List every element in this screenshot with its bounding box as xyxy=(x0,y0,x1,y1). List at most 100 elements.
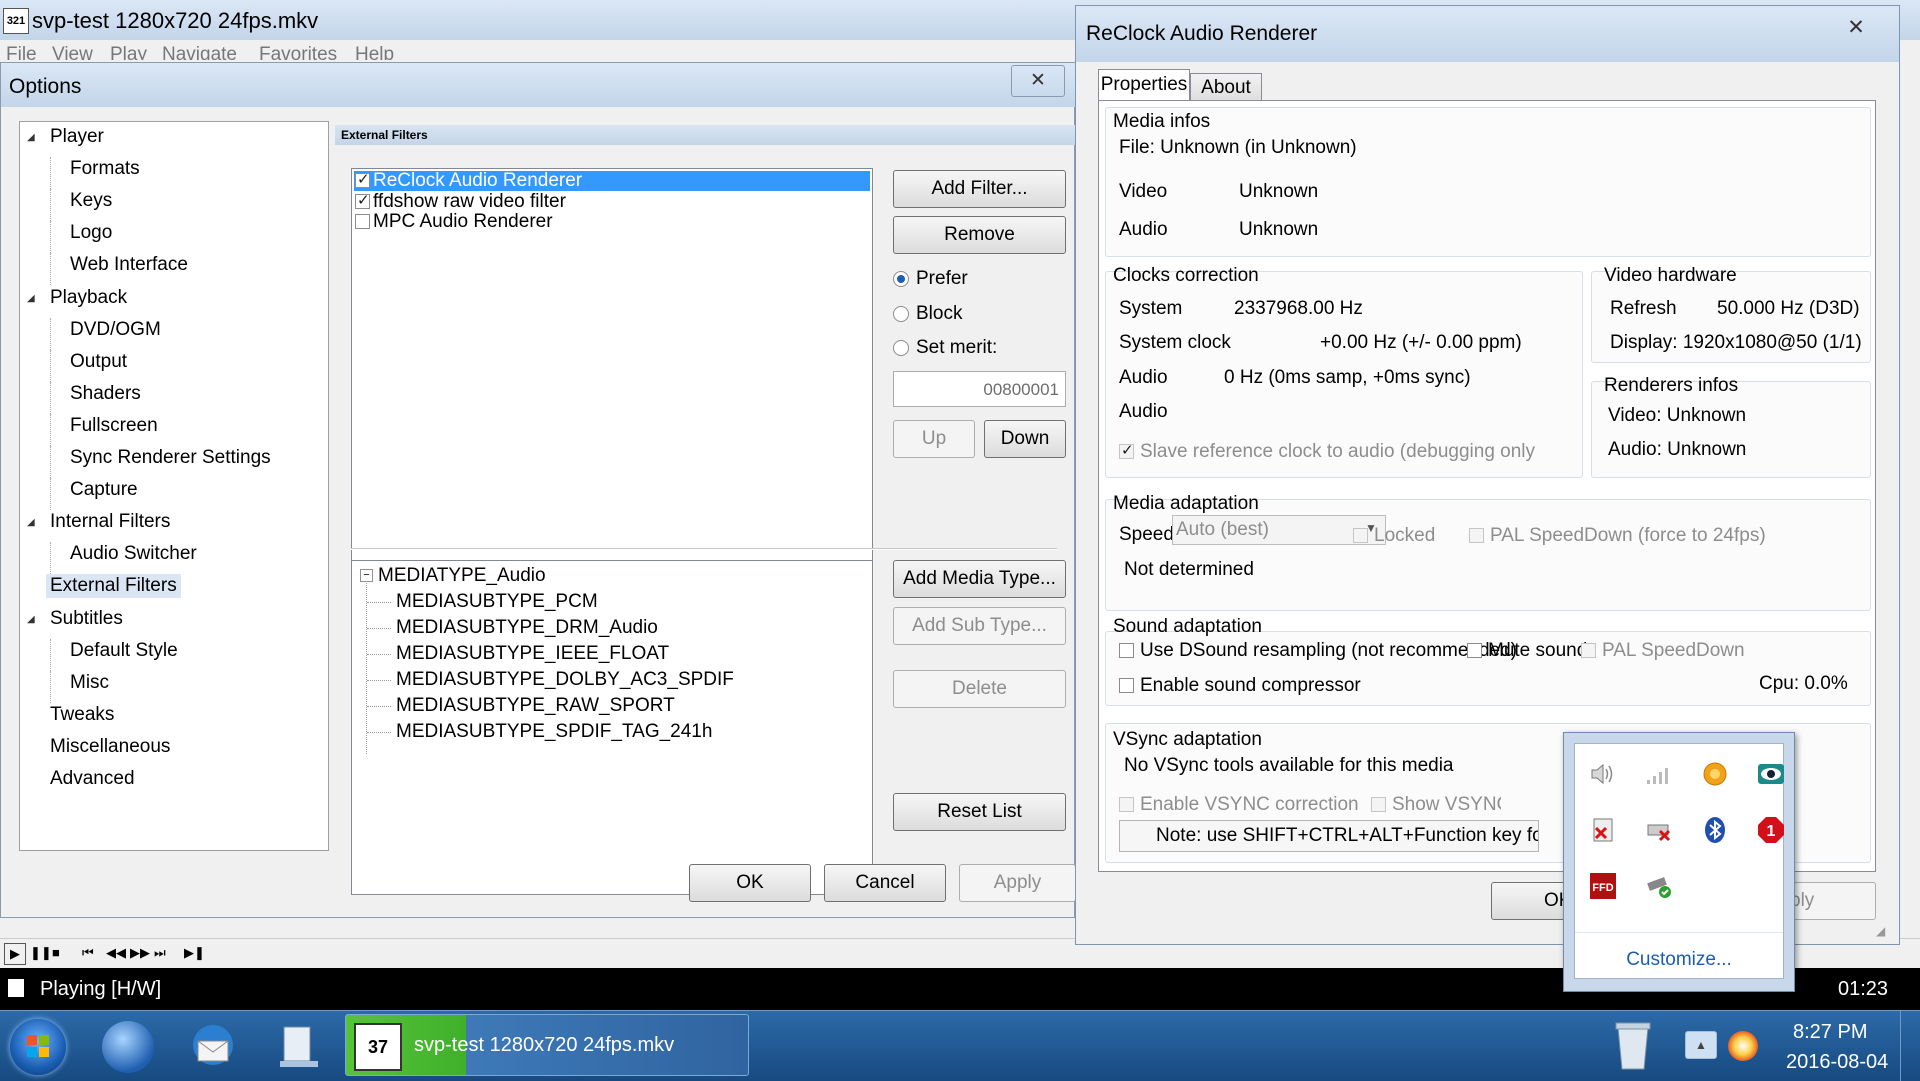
usb-drive-icon[interactable] xyxy=(1643,870,1675,902)
tree-item-web-interface[interactable]: Web Interface xyxy=(66,253,192,277)
filter-list-item[interactable]: ffdshow raw video filter xyxy=(354,191,870,212)
menu-file[interactable]: File xyxy=(6,44,37,60)
recycle-bin-icon[interactable] xyxy=(1610,1017,1656,1073)
ffdshow-icon[interactable]: FFD xyxy=(1587,870,1619,902)
pal-speeddown-option[interactable]: PAL SpeedDown xyxy=(1581,640,1745,662)
filter-checkbox[interactable] xyxy=(355,191,370,211)
media-subtype-item[interactable]: MEDIASUBTYPE_SPDIF_TAG_241h xyxy=(396,721,712,743)
start-button[interactable] xyxy=(10,1019,66,1075)
tree-expander-icon[interactable]: ◢ xyxy=(27,132,35,143)
add-media-type-button[interactable]: Add Media Type... xyxy=(893,560,1066,598)
tree-item-output[interactable]: Output xyxy=(66,350,131,374)
tree-item-sync-renderer-settings[interactable]: Sync Renderer Settings xyxy=(66,446,275,470)
media-subtype-item[interactable]: MEDIASUBTYPE_DRM_Audio xyxy=(396,617,658,639)
pause-icon[interactable]: ❚❚ xyxy=(30,945,52,961)
tree-item-audio-switcher[interactable]: Audio Switcher xyxy=(66,542,201,566)
skip-forward-icon[interactable]: ⏭ xyxy=(154,945,166,961)
tree-item-default-style[interactable]: Default Style xyxy=(66,639,182,663)
tree-item-fullscreen[interactable]: Fullscreen xyxy=(66,414,162,438)
tree-expander-icon[interactable]: ◢ xyxy=(27,614,35,625)
slave-ref-option[interactable]: Slave reference clock to audio (debuggin… xyxy=(1119,441,1535,463)
show-vsync-checkbox[interactable] xyxy=(1371,797,1386,813)
orange-app-icon[interactable] xyxy=(1699,758,1731,790)
mute-sound-checkbox[interactable] xyxy=(1467,643,1482,659)
use-dsound-checkbox[interactable] xyxy=(1119,643,1134,659)
tree-expander-icon[interactable]: ◢ xyxy=(27,293,35,304)
tree-item-subtitles[interactable]: Subtitles xyxy=(46,607,127,631)
tree-item-miscellaneous[interactable]: Miscellaneous xyxy=(46,735,174,759)
reset-list-button[interactable]: Reset List xyxy=(893,793,1066,831)
tree-item-advanced[interactable]: Advanced xyxy=(46,767,139,791)
taskbar-mpc-button[interactable]: 37 svp-test 1280x720 24fps.mkv xyxy=(345,1014,749,1076)
media-root[interactable]: MEDIATYPE_Audio xyxy=(378,565,546,587)
tree-item-tweaks[interactable]: Tweaks xyxy=(46,703,118,727)
forward-icon[interactable]: ▶▶ xyxy=(130,945,150,961)
resize-grip-icon[interactable]: ◢ xyxy=(1876,924,1885,938)
drive-x-icon[interactable] xyxy=(1643,814,1675,846)
use-dsound-option[interactable]: Use DSound resampling (not recommended) xyxy=(1119,640,1517,662)
tree-item-playback[interactable]: Playback xyxy=(46,286,131,310)
reclock-close-button[interactable]: ✕ xyxy=(1826,10,1886,46)
pal-speeddown-checkbox[interactable] xyxy=(1581,643,1596,659)
filter-checkbox[interactable] xyxy=(355,170,370,190)
clock-time[interactable]: 8:27 PM xyxy=(1793,1021,1867,1044)
menu-help[interactable]: Help xyxy=(355,44,394,60)
mute-sound-option[interactable]: Mute sound xyxy=(1467,640,1587,662)
options-apply-button[interactable]: Apply xyxy=(959,864,1076,902)
tree-item-internal-filters[interactable]: Internal Filters xyxy=(46,510,174,534)
filter-list-item[interactable]: ReClock Audio Renderer xyxy=(354,170,870,191)
slave-ref-checkbox[interactable] xyxy=(1119,441,1134,460)
skip-back-icon[interactable]: ⏮ xyxy=(82,945,94,961)
alert-shield-icon[interactable]: 1 xyxy=(1755,814,1787,846)
enable-compressor-checkbox[interactable] xyxy=(1119,678,1134,694)
show-vsync-option[interactable]: Show VSYNC on scr xyxy=(1371,794,1501,816)
rewind-icon[interactable]: ◀◀ xyxy=(106,945,126,961)
block-radio[interactable] xyxy=(893,305,909,322)
filter-list-item[interactable]: MPC Audio Renderer xyxy=(354,212,870,232)
eye-icon[interactable] xyxy=(1755,758,1787,790)
pal-speeddown-force-option[interactable]: PAL SpeedDown (force to 24fps) xyxy=(1469,525,1766,547)
tab-about[interactable]: About xyxy=(1190,73,1262,101)
frame-step-icon[interactable]: ▶❚ xyxy=(184,945,205,961)
delete-button[interactable]: Delete xyxy=(893,670,1066,708)
tree-item-keys[interactable]: Keys xyxy=(66,189,116,213)
clock-date[interactable]: 2016-08-04 xyxy=(1786,1051,1888,1074)
network-signal-icon[interactable] xyxy=(1643,758,1675,790)
up-button[interactable]: Up xyxy=(893,420,975,458)
filter-list[interactable]: ReClock Audio Rendererffdshow raw video … xyxy=(351,168,873,600)
menu-view[interactable]: View xyxy=(52,44,93,60)
customize-link[interactable]: Customize... xyxy=(1575,949,1783,971)
play-icon[interactable]: ▶ xyxy=(4,943,26,965)
filter-checkbox[interactable] xyxy=(355,214,370,230)
prefer-option[interactable]: Prefer xyxy=(893,268,968,290)
options-cancel-button[interactable]: Cancel xyxy=(824,864,946,902)
tree-item-player[interactable]: Player xyxy=(46,125,108,149)
tree-item-logo[interactable]: Logo xyxy=(66,221,116,245)
media-subtype-item[interactable]: MEDIASUBTYPE_RAW_SPORT xyxy=(396,695,675,717)
tree-item-shaders[interactable]: Shaders xyxy=(66,382,145,406)
show-hidden-icons-button[interactable]: ▲ xyxy=(1685,1031,1717,1059)
clipboard-x-icon[interactable] xyxy=(1587,814,1619,846)
remove-button[interactable]: Remove xyxy=(893,216,1066,254)
enable-compressor-option[interactable]: Enable sound compressor xyxy=(1119,675,1361,697)
locked-checkbox[interactable] xyxy=(1353,528,1368,544)
show-desktop-button[interactable] xyxy=(1900,1011,1920,1081)
globe-app-icon[interactable] xyxy=(102,1021,154,1073)
add-sub-type-button[interactable]: Add Sub Type... xyxy=(893,607,1066,645)
enable-vsync-option[interactable]: Enable VSYNC correction xyxy=(1119,794,1359,816)
documents-app-icon[interactable] xyxy=(274,1023,324,1071)
stop-icon[interactable]: ■ xyxy=(52,945,60,960)
menu-play[interactable]: Play xyxy=(110,44,147,60)
media-tray-icon[interactable] xyxy=(1728,1031,1758,1061)
tab-properties[interactable]: Properties xyxy=(1098,69,1190,101)
prefer-radio[interactable] xyxy=(893,270,909,287)
enable-vsync-checkbox[interactable] xyxy=(1119,797,1134,813)
tree-item-formats[interactable]: Formats xyxy=(66,157,144,181)
media-type-tree[interactable]: − MEDIATYPE_Audio MEDIASUBTYPE_PCM MEDIAS… xyxy=(351,560,873,895)
block-option[interactable]: Block xyxy=(893,303,962,325)
speaker-icon[interactable] xyxy=(1587,758,1619,790)
menu-navigate[interactable]: Navigate xyxy=(162,44,237,60)
tree-item-capture[interactable]: Capture xyxy=(66,478,142,502)
tree-expander-icon[interactable]: ◢ xyxy=(27,517,35,528)
set-merit-option[interactable]: Set merit: xyxy=(893,337,997,359)
